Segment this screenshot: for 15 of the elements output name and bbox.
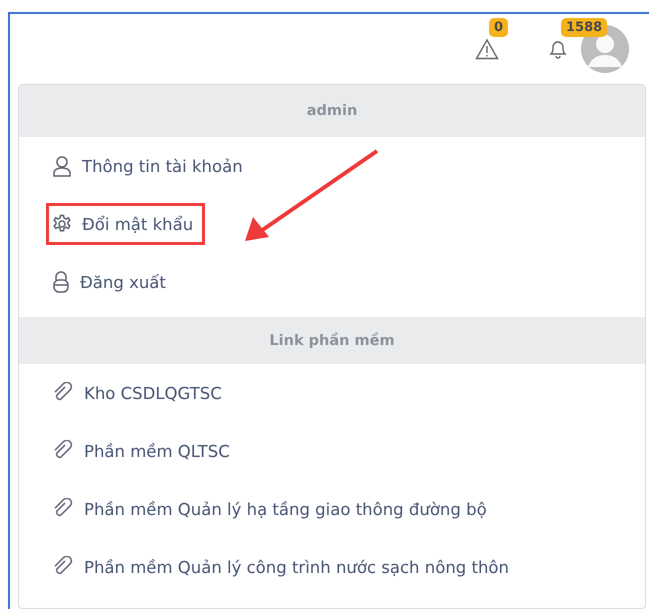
menu-item[interactable]: Phần mềm QLTSC [46,429,242,473]
section-header: admin [306,103,358,119]
notification-badge: 1588 [561,18,608,37]
notification-badge: 0 [489,18,508,37]
menu-item[interactable]: Đổi mật khẩu [46,203,206,245]
menu-item[interactable]: Kho CSDLQGTSC [46,371,234,415]
user-icon [52,155,72,177]
menu-item[interactable]: Đăng xuất [46,260,178,304]
menu-item[interactable]: Phần mềm Quản lý hạ tầng giao thông đường bộ [46,487,499,531]
section-header: Link phần mềm [269,332,395,348]
settings-icon [52,214,72,234]
lock-icon [52,271,70,293]
menu-item[interactable]: Thông tin tài khoản [46,144,255,188]
menu-item[interactable]: Phần mềm Quản lý công trình nước sạch nông thôn [46,545,521,589]
warning-icon[interactable] [475,38,499,60]
